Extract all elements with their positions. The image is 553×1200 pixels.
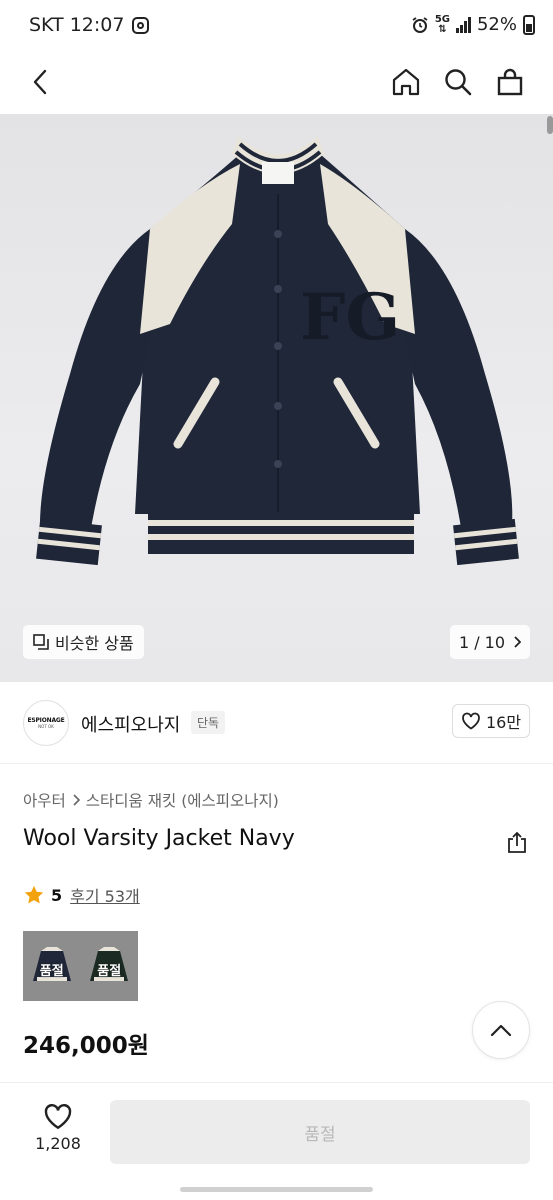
reviews-link[interactable]: 후기 53개 [70,883,140,907]
similar-products-button[interactable]: 비슷한 상품 [23,625,144,659]
product-price: 246,000원 [23,1033,149,1059]
page-scrollbar[interactable] [547,116,553,134]
product-rating: 5 후기 53개 [23,883,140,907]
alarm-icon [412,16,428,33]
chevron-right-icon [514,636,522,648]
shopping-bag-icon [497,68,523,96]
search-button[interactable] [436,60,480,104]
product-title: Wool Varsity Jacket Navy [23,826,295,851]
brand-logo[interactable]: ESPIONAGE NOT OK [23,700,69,746]
heart-icon [44,1104,72,1130]
home-button[interactable] [384,60,428,104]
breadcrumb-category[interactable]: 아우터 [23,789,66,811]
wishlist-button[interactable]: 1,208 [22,1103,94,1153]
copy-squares-icon [33,634,49,650]
image-counter-text: 1 / 10 [458,632,506,652]
brand-name[interactable]: 에스피오나지 [81,711,180,737]
product-image-carousel[interactable]: FG [0,114,553,682]
status-time: SKT 12:07 [29,14,125,36]
brand-like-count: 16만 [485,713,522,732]
chevron-up-icon [490,1024,512,1037]
breadcrumb: 아우터 스타디움 재킷 (에스피오나지) [23,789,279,811]
svg-text:FG: FG [300,280,400,355]
rating-score: 5 [51,885,63,905]
sold-out-label: 품절 [97,964,122,979]
exclusive-badge: 단독 [191,711,226,734]
variant-thumbnail[interactable]: 품절 [83,936,135,996]
heart-icon [462,712,480,730]
home-icon [392,68,420,96]
wishlist-count: 1,208 [35,1134,81,1153]
similar-products-label: 비슷한 상품 [55,634,134,653]
instagram-icon [132,16,150,34]
bottom-action-bar: 1,208 품절 [0,1082,553,1200]
brand-like-button[interactable]: 16만 [452,704,530,738]
chevron-left-icon [33,69,47,95]
chevron-right-icon [73,794,80,806]
status-bar: SKT 12:07 5G ⇅ 52% [0,0,553,52]
cart-button[interactable] [488,60,532,104]
varsity-jacket-image: FG [36,136,519,566]
star-icon [24,885,44,904]
top-nav-bar [0,52,553,114]
variant-thumbnail[interactable]: 품절 [26,936,78,996]
breadcrumb-subcategory[interactable]: 스타디움 재킷 (에스피오나지) [86,789,279,811]
home-indicator[interactable] [180,1187,373,1192]
color-variants: 품절 품절 [23,931,138,1001]
network-5g-icon: 5G ⇅ [434,13,450,35]
brand-row: ESPIONAGE NOT OK 에스피오나지 단독 16만 [0,682,553,764]
sold-out-label: 품절 [39,964,64,979]
share-icon [508,831,526,853]
back-button[interactable] [18,60,62,104]
share-button[interactable] [506,831,528,854]
image-counter[interactable]: 1 / 10 [450,625,530,659]
battery-percent: 52% [476,14,517,35]
search-icon [445,69,472,96]
signal-icon [455,16,471,33]
buy-button[interactable]: 품절 [110,1100,530,1164]
battery-icon [523,14,535,35]
scroll-to-top-button[interactable] [472,1001,530,1059]
